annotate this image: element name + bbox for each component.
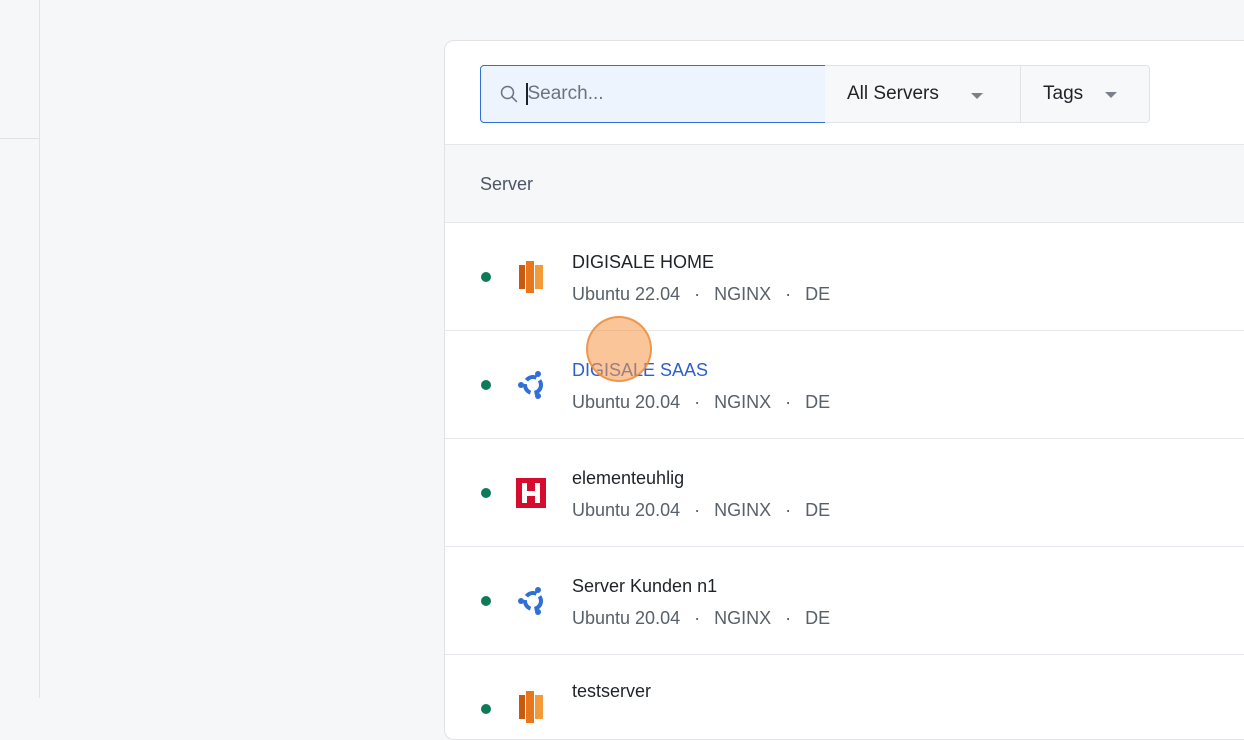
click-indicator: [586, 316, 652, 382]
aws-icon: [515, 261, 547, 293]
server-region: DE: [805, 284, 831, 304]
server-webserver: NGINX: [714, 500, 772, 520]
server-row[interactable]: Server Kunden n1 Ubuntu 20.04 · NGINX · DE: [445, 547, 1244, 655]
filter-toolbar: All Servers Tags: [445, 41, 1244, 145]
chevron-down-icon: [970, 93, 983, 99]
status-online-indicator: [481, 380, 491, 390]
server-row[interactable]: DIGISALE SAAS Ubuntu 20.04·NGINX·DE: [445, 331, 1244, 439]
ubuntu-icon: [515, 369, 547, 401]
meta-separator: ·: [785, 284, 792, 304]
server-name[interactable]: elementeuhlig: [572, 468, 684, 489]
server-name[interactable]: DIGISALE HOME: [572, 252, 714, 273]
column-header-server: Server: [445, 145, 1244, 223]
servers-panel: All Servers Tags Server DIGISALE HOME Ub…: [444, 40, 1244, 740]
aws-icon: [515, 691, 547, 723]
meta-separator: ·: [694, 500, 701, 520]
server-os: Ubuntu 22.04: [572, 284, 681, 304]
server-region: DE: [805, 608, 831, 628]
server-name[interactable]: testserver: [572, 681, 651, 702]
hetzner-icon: [515, 477, 547, 509]
status-online-indicator: [481, 488, 491, 498]
status-online-indicator: [481, 596, 491, 606]
server-os: Ubuntu 20.04: [572, 608, 681, 628]
server-os: Ubuntu 20.04: [572, 392, 681, 412]
status-online-indicator: [481, 272, 491, 282]
meta-separator: ·: [694, 392, 701, 412]
chevron-down-icon: [1105, 92, 1118, 98]
tags-filter-dropdown[interactable]: Tags: [1020, 65, 1150, 123]
servers-filter-dropdown[interactable]: All Servers: [825, 65, 1021, 123]
server-webserver: NGINX: [714, 392, 772, 412]
meta-separator: ·: [785, 500, 792, 520]
left-sidebar: [0, 0, 40, 698]
tags-filter-label: Tags: [1043, 83, 1084, 104]
servers-filter-label: All Servers: [847, 83, 939, 104]
server-region: DE: [805, 392, 831, 412]
status-online-indicator: [481, 704, 491, 714]
server-row[interactable]: DIGISALE HOME Ubuntu 22.04 · NGINX · DE: [445, 223, 1244, 331]
search-icon: [500, 85, 518, 103]
server-webserver: NGINX: [714, 608, 772, 628]
meta-separator: ·: [694, 608, 701, 628]
server-meta: Ubuntu 20.04 · NGINX · DE: [572, 500, 830, 521]
server-row[interactable]: elementeuhlig Ubuntu 20.04 · NGINX · DE: [445, 439, 1244, 547]
meta-separator: ·: [785, 392, 792, 412]
meta-separator: ·: [785, 608, 792, 628]
search-input[interactable]: [525, 82, 790, 106]
sidebar-divider: [0, 138, 40, 139]
server-name[interactable]: Server Kunden n1: [572, 576, 717, 597]
server-webserver: NGINX: [714, 284, 772, 304]
server-meta: Ubuntu 20.04 · NGINX · DE: [572, 392, 830, 413]
meta-separator: ·: [694, 284, 701, 304]
search-box[interactable]: [480, 65, 826, 123]
server-region: DE: [805, 500, 831, 520]
server-os: Ubuntu 20.04: [572, 500, 681, 520]
server-meta: Ubuntu 20.04 · NGINX · DE: [572, 608, 830, 629]
ubuntu-icon: [515, 585, 547, 617]
server-meta: Ubuntu 22.04 · NGINX · DE: [572, 284, 830, 305]
